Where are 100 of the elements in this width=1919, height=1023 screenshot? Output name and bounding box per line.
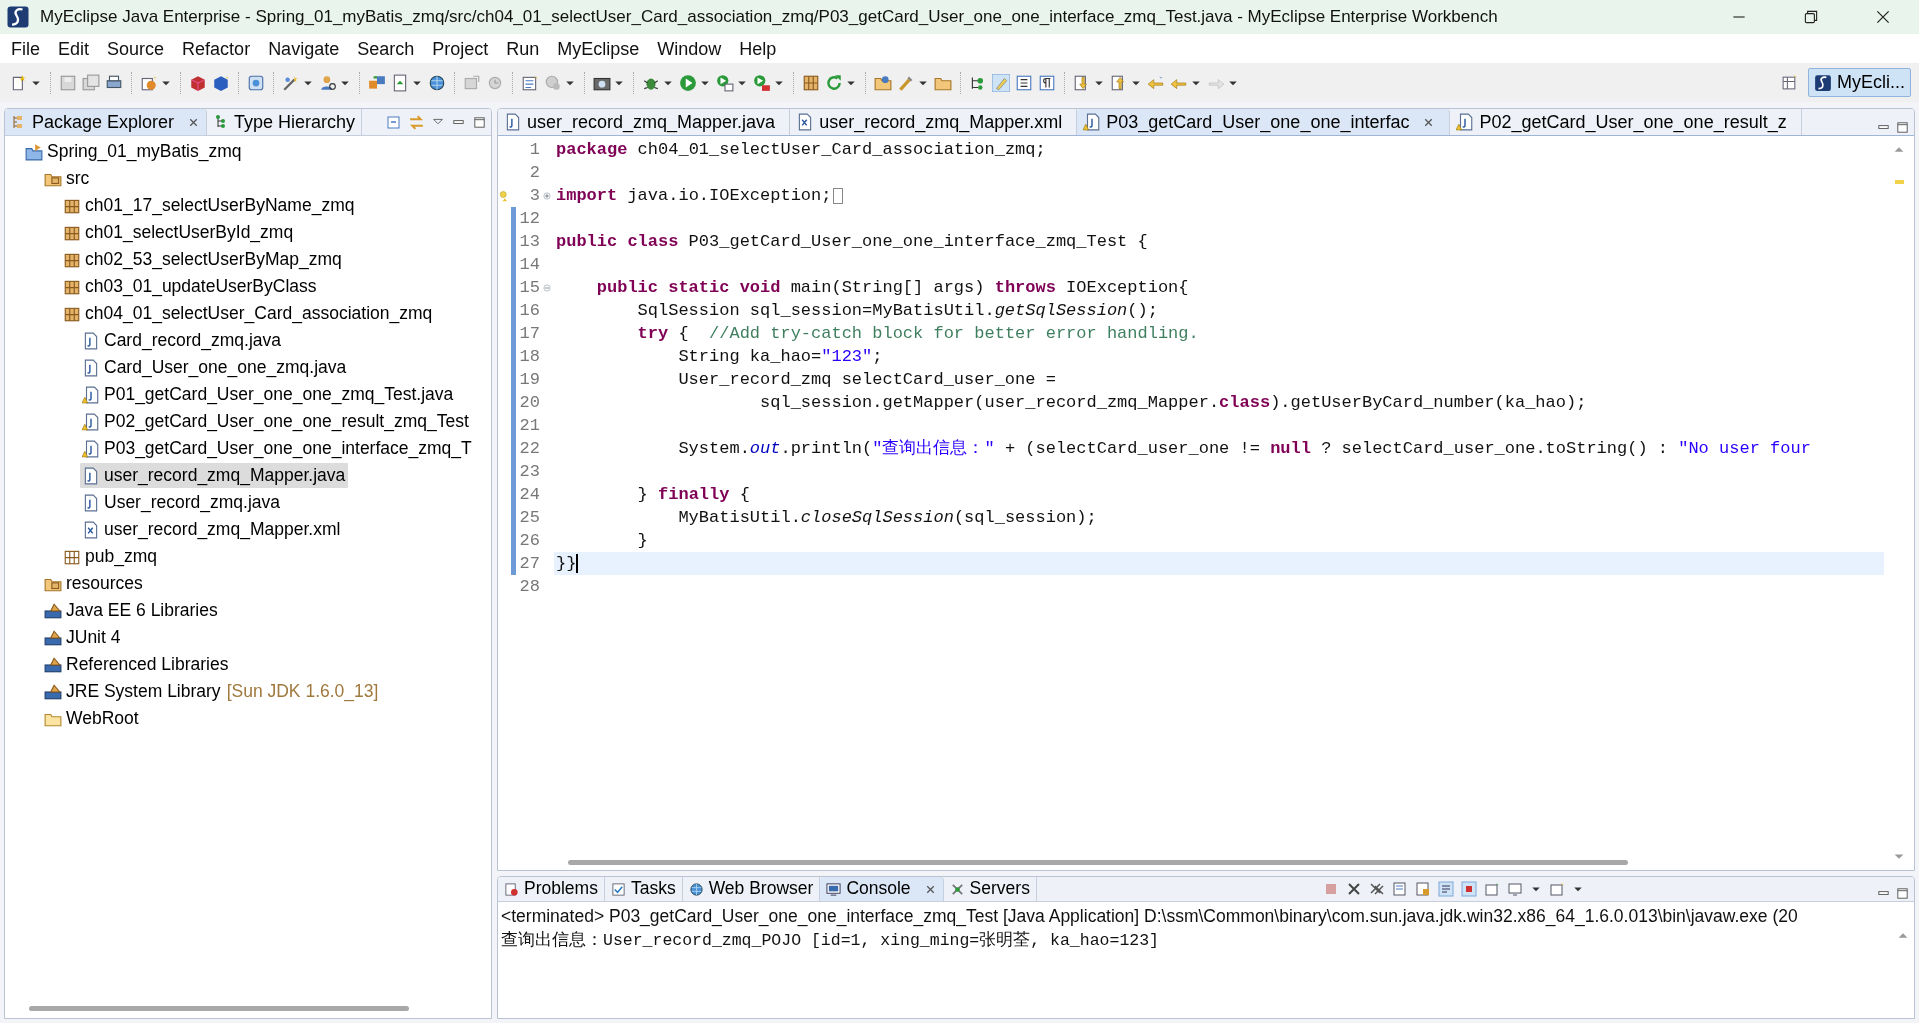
file-icon <box>82 358 100 377</box>
menu-item[interactable]: Search <box>348 36 424 61</box>
tree-item[interactable]: user_record_zmq_Mapper.xml <box>80 517 344 542</box>
remove-icon[interactable] <box>1345 881 1362 897</box>
tree-item[interactable]: JUnit 4 <box>42 625 124 650</box>
collapse-all-icon[interactable] <box>386 114 402 130</box>
folder-icon[interactable] <box>874 73 892 92</box>
tree-item[interactable]: user_record_zmq_Mapper.java <box>80 463 349 488</box>
editor-tab[interactable]: user_record_zmq_Mapper.java <box>498 109 791 135</box>
menu-item[interactable]: Refactor <box>173 36 260 61</box>
console-header: <terminated> P03_getCard_User_one_one_interface_zmq_Test [Java Application] D:\ssm\Common\binary\com.sun.java.jdk.win32.x86_64_1.6.0.013\bin\javaw.exe (20 <box>501 905 1799 929</box>
tree-item[interactable]: Referenced Libraries <box>42 652 232 677</box>
code-line: public static void main(String[] args) throws IOException{ <box>595 277 1189 299</box>
maximize-icon[interactable] <box>1895 886 1910 901</box>
console-output-icon[interactable] <box>1460 881 1477 897</box>
monitor-icon <box>826 881 842 897</box>
tree-item[interactable]: ch01_selectUserById_zmq <box>61 220 297 245</box>
deploy-icon[interactable] <box>368 73 386 92</box>
menu-item[interactable]: Window <box>648 36 731 61</box>
file-warning-icon <box>82 385 100 404</box>
scrollbar-thumb[interactable] <box>568 859 1628 865</box>
play-icon[interactable] <box>679 73 697 92</box>
remove-all-icon[interactable] <box>1368 881 1385 897</box>
tree-item[interactable]: WebRoot <box>42 706 142 731</box>
tree-item[interactable]: P02_getCard_User_one_one_result_zmq_Test <box>80 409 472 434</box>
line-number: 28 <box>519 575 540 598</box>
run-tool-icon[interactable] <box>753 73 771 92</box>
line-number: 25 <box>519 506 540 529</box>
menu-item[interactable]: Source <box>98 36 174 61</box>
menu-item[interactable]: Help <box>730 36 786 61</box>
tree-item[interactable]: ch01_17_selectUserByName_zmq <box>61 193 358 218</box>
view-tab[interactable]: Servers <box>943 877 1037 901</box>
tree-item[interactable]: JRE System Library [Sun JDK 1.6.0_13] <box>42 679 382 704</box>
editor-tab[interactable]: user_record_zmq_Mapper.xml <box>790 109 1078 135</box>
menu-item[interactable]: Edit <box>49 36 99 61</box>
line-number: 3 <box>529 184 540 207</box>
tree-item[interactable]: Card_record_zmq.java <box>80 328 285 353</box>
books-icon <box>44 655 62 674</box>
open-console-icon[interactable] <box>1483 881 1500 897</box>
servers-icon <box>949 881 965 897</box>
editor-tab[interactable]: P02_getCard_User_one_one_result_z <box>1450 109 1802 135</box>
file-icon <box>82 466 100 485</box>
code-line: }} <box>555 553 577 575</box>
grid-icon[interactable] <box>802 73 820 92</box>
editor-tab[interactable]: P03_getCard_User_one_one_interfac <box>1077 109 1451 135</box>
new-console-icon[interactable] <box>1548 881 1565 897</box>
block-select-icon[interactable] <box>1015 73 1033 92</box>
globe-icon[interactable] <box>428 73 446 92</box>
view-tab[interactable]: Problems <box>498 877 605 901</box>
open-perspective-icon[interactable] <box>1781 74 1798 91</box>
view-tab[interactable]: Type Hierarchy <box>207 109 363 135</box>
code-line: MyBatisUtil.closeSqlSession(sql_session); <box>677 507 1097 529</box>
line-number: 19 <box>519 368 540 391</box>
line-number: 17 <box>519 322 540 345</box>
restore-icon[interactable] <box>1802 8 1820 26</box>
line-number: 24 <box>519 483 540 506</box>
cube-icon[interactable] <box>189 73 207 92</box>
tree-item[interactable]: pub_zmq <box>61 544 160 569</box>
clear-console-icon[interactable] <box>1391 881 1408 897</box>
tree-item[interactable]: Card_User_one_one_zmq.java <box>80 355 350 380</box>
display-icon[interactable] <box>1506 881 1523 897</box>
tree-item[interactable]: User_record_zmq.java <box>80 490 284 515</box>
tree-item[interactable]: resources <box>42 571 146 596</box>
maximize-icon[interactable] <box>1895 120 1910 135</box>
scroll-lock-icon[interactable] <box>1414 881 1431 897</box>
globe-icon <box>688 881 704 897</box>
line-number: 14 <box>519 253 540 276</box>
menu-item[interactable]: Run <box>497 36 549 61</box>
menu-item[interactable]: MyEclipse <box>548 36 649 61</box>
tree-item[interactable]: P03_getCard_User_one_one_interface_zmq_T <box>80 436 475 461</box>
tree-item[interactable]: ch03_01_updateUserByClass <box>61 274 320 299</box>
perspective-button[interactable]: MyEcli... <box>1808 68 1911 97</box>
pin-console-icon[interactable] <box>1437 881 1454 897</box>
tree-item[interactable]: src <box>42 166 93 191</box>
code-line: System.out.println("查询出信息：" + (selectCard_user_one != null ? selectCard_user_one.toString() : "No user four <box>677 438 1811 460</box>
cube-icon[interactable] <box>212 73 230 92</box>
file-icon <box>504 113 522 131</box>
whitespace-icon[interactable] <box>1038 73 1056 92</box>
menu-item[interactable]: Navigate <box>259 36 349 61</box>
tree-item[interactable]: Java EE 6 Libraries <box>42 598 221 623</box>
folded-code-box[interactable] <box>833 187 844 204</box>
app-logo-icon <box>1814 73 1832 92</box>
file-warning-icon <box>1083 113 1102 131</box>
tree-item[interactable]: ch02_53_selectUserByMap_zmq <box>61 247 345 272</box>
run-tool-icon[interactable] <box>716 73 734 92</box>
warning-marker[interactable] <box>1894 180 1904 184</box>
tree-item[interactable]: Spring_01_myBatis_zmq <box>23 139 245 164</box>
expand-fold-icon[interactable] <box>542 190 552 201</box>
tree-item[interactable]: ch04_01_selectUser_Card_association_zmq <box>61 301 436 326</box>
maximize-icon[interactable] <box>472 114 487 130</box>
view-tab[interactable]: Package Explorer <box>5 109 208 135</box>
new-file-icon[interactable] <box>10 73 28 92</box>
menu-item[interactable]: Project <box>423 36 498 61</box>
menu-item[interactable]: File <box>2 36 49 61</box>
view-tab[interactable]: Console <box>820 877 944 901</box>
tree-item[interactable]: P01_getCard_User_one_one_zmq_Test.java <box>80 382 457 407</box>
close-icon[interactable] <box>1874 8 1892 26</box>
scrollbar-thumb[interactable] <box>29 1005 409 1011</box>
view-tab[interactable]: Tasks <box>604 877 683 901</box>
person-search-icon[interactable] <box>319 73 337 92</box>
